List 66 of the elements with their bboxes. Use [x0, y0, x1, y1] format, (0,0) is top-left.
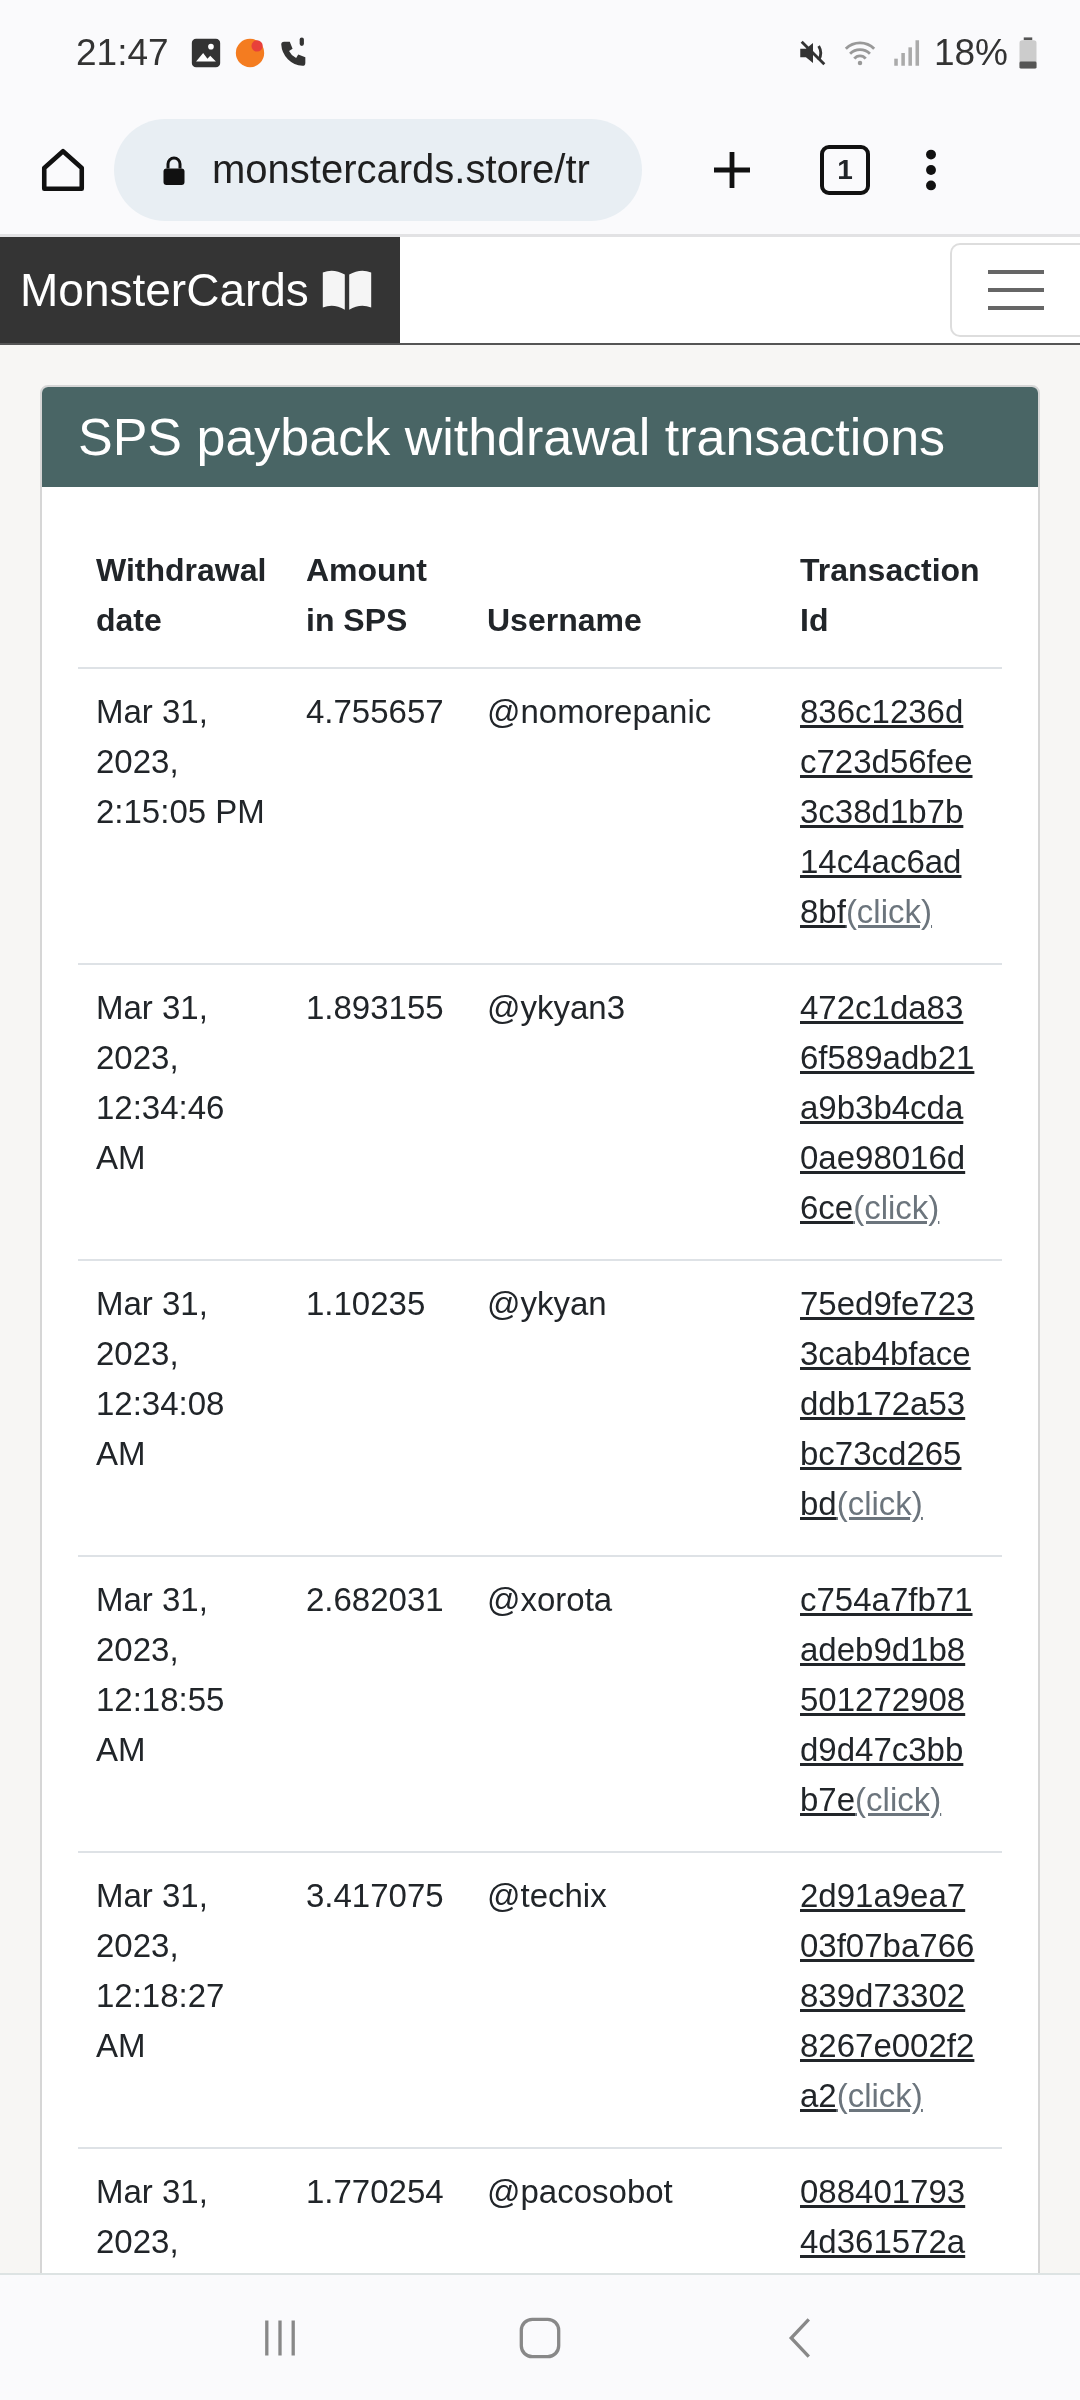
table-cell-text: @techix — [486, 1876, 608, 1916]
table-cell-text: 1.893155 — [305, 988, 445, 1028]
transaction-link[interactable]: c723d56fee — [800, 743, 973, 780]
table-cell-text: @pacosobot — [486, 2172, 674, 2212]
transaction-link[interactable]: b7e — [800, 1781, 856, 1818]
lock-icon — [162, 154, 186, 185]
table-cell-text: 1.10235 — [305, 1284, 427, 1324]
address-bar[interactable]: monstercards.store/tr — [114, 118, 642, 221]
transaction-link[interactable]: c754a7fb71 — [800, 1581, 973, 1618]
menu-icon — [986, 268, 1046, 312]
transaction-link[interactable]: 472c1da83 — [800, 989, 964, 1026]
transaction-link[interactable]: 839d73302 — [800, 1977, 966, 2014]
column-header: Amount in SPS — [305, 551, 428, 640]
transaction-link[interactable]: 4d361572a — [800, 2223, 966, 2260]
transaction-link[interactable]: bd — [800, 1485, 837, 1522]
home-button-icon[interactable] — [518, 2315, 562, 2360]
transaction-link[interactable]: 8267e002f2 — [800, 2027, 975, 2064]
table-cell-text: Mar 31, 2023, 12:18:27 AM — [95, 1876, 226, 2066]
table-cell-text: @nomorepanic — [486, 692, 713, 732]
menu-button[interactable] — [950, 243, 1080, 337]
transaction-link[interactable]: a9b3b4cda — [800, 1089, 964, 1126]
table-cell-text: @ykyan3 — [486, 988, 627, 1028]
battery-icon — [1018, 35, 1038, 70]
transaction-link[interactable]: a2 — [800, 2077, 837, 2114]
click-link[interactable]: (click) — [836, 1485, 923, 1522]
column-header: Username — [486, 601, 643, 640]
status-time: 21:47 — [76, 31, 169, 74]
table-cell-text: Mar 31, 2023, 2:15:05 PM — [95, 692, 266, 832]
transaction-link[interactable]: 501272908 — [800, 1681, 966, 1718]
card-title: SPS payback withdrawal transactions — [78, 408, 946, 466]
battery-percent: 18% — [933, 31, 1008, 74]
transaction-link[interactable]: d9d47c3bb — [800, 1731, 964, 1768]
transaction-link[interactable]: 03f07ba766 — [800, 1927, 975, 1964]
transaction-link[interactable]: 3cab4bface — [800, 1335, 971, 1372]
transaction-link[interactable]: adeb9d1b8 — [800, 1631, 966, 1668]
table-cell-text: Mar 31, 2023, 12:18:55 AM — [95, 1580, 226, 1770]
transaction-link[interactable]: 6f589adb21 — [800, 1039, 975, 1076]
transaction-link[interactable]: bc73cd265 — [800, 1435, 962, 1472]
brand-link[interactable]: MonsterCards — [0, 237, 400, 343]
table-cell-text: 1.770254 — [305, 2172, 445, 2212]
transaction-link[interactable]: 0ae98016d — [800, 1139, 966, 1176]
more-icon[interactable] — [924, 147, 938, 192]
table-cell-text: Mar 31, 2023, 12:34:08 AM — [95, 1284, 226, 1474]
click-link[interactable]: (click) — [853, 1189, 940, 1226]
click-link[interactable]: (click) — [845, 893, 933, 930]
transaction-link[interactable]: 088401793 — [800, 2173, 966, 2210]
click-link[interactable]: (click) — [836, 2077, 923, 2114]
transaction-link[interactable]: 836c1236d — [800, 693, 964, 730]
column-header: Withdrawal date — [95, 551, 268, 640]
column-header: Transaction Id — [799, 551, 981, 640]
table-cell-text: Mar 31, 2023, — [95, 2172, 209, 2262]
transaction-link[interactable]: 6ce — [800, 1189, 854, 1226]
table-cell-text: 4.755657 — [305, 692, 445, 732]
transaction-link[interactable]: 8bf — [800, 893, 846, 930]
transaction-link[interactable]: 2d91a9ea7 — [800, 1877, 966, 1914]
transaction-link[interactable]: 3c38d1b7b — [800, 793, 964, 830]
table-cell-text: Mar 31, 2023, 12:34:46 AM — [95, 988, 226, 1178]
table-cell-text: @xorota — [486, 1580, 614, 1620]
tab-count-button[interactable]: 1 — [820, 144, 870, 195]
table-cell-text: 3.417075 — [305, 1876, 445, 1916]
click-link[interactable]: (click) — [855, 1781, 942, 1818]
transaction-link[interactable]: ddb172a53 — [800, 1385, 966, 1422]
table-cell-text: 2.682031 — [305, 1580, 445, 1620]
transaction-link[interactable]: 14c4ac6ad — [800, 843, 962, 880]
transaction-link[interactable]: 75ed9fe723 — [800, 1285, 975, 1322]
table-cell-text: @ykyan — [486, 1284, 608, 1324]
